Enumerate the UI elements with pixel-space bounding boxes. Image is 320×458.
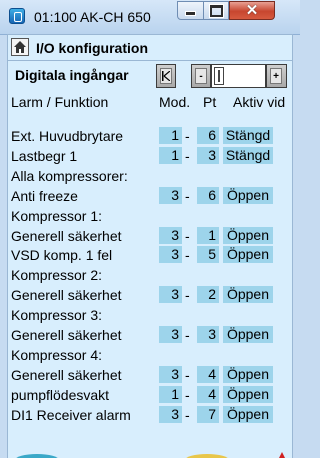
row-label: pumpflödesvakt bbox=[11, 386, 110, 403]
app-icon bbox=[9, 8, 25, 24]
row-label: Generell säkerhet bbox=[11, 287, 122, 304]
page-slider[interactable] bbox=[211, 64, 266, 88]
table-row: VSD komp. 1 fel 3-5 Öppen bbox=[8, 246, 292, 264]
next-page-button[interactable]: + bbox=[266, 64, 287, 88]
table-row: Ext. Huvudbrytare 1-6 Stängd bbox=[8, 127, 292, 145]
row-label: Kompressor 1: bbox=[11, 207, 103, 224]
module-field[interactable]: 3 bbox=[159, 365, 182, 383]
panel-header: I/O konfiguration bbox=[8, 35, 292, 61]
row-label: Kompressor 3: bbox=[11, 307, 103, 324]
row-label: Anti freeze bbox=[11, 187, 78, 204]
row-label: Ext. Huvudbrytare bbox=[11, 128, 124, 144]
maximize-icon bbox=[208, 3, 224, 18]
active-state-field[interactable]: Öppen bbox=[223, 385, 273, 403]
close-button[interactable]: ✕ bbox=[229, 1, 275, 20]
close-icon: ✕ bbox=[245, 2, 259, 19]
separator-dash: - bbox=[185, 227, 190, 244]
active-state-field[interactable]: Öppen bbox=[223, 226, 273, 244]
main-panel: I/O konfiguration Digitala ingångar - + … bbox=[7, 34, 293, 458]
active-state-field[interactable]: Öppen bbox=[223, 405, 273, 423]
table-row: Alla kompressorer: bbox=[8, 167, 292, 185]
bottom-buttons-partial bbox=[16, 452, 285, 458]
module-field[interactable]: 1 bbox=[159, 127, 182, 144]
point-field[interactable]: 7 bbox=[197, 405, 219, 423]
module-field[interactable]: 1 bbox=[159, 385, 182, 403]
row-label: Generell säkerhet bbox=[11, 327, 122, 343]
point-field[interactable]: 4 bbox=[197, 385, 219, 403]
prev-page-icon: - bbox=[195, 68, 207, 84]
table-row: Lastbegr 1 1-3 Stängd bbox=[8, 146, 292, 165]
row-label: Kompressor 4: bbox=[11, 346, 103, 363]
table-row: Generell säkerhet 3-4 Öppen bbox=[8, 365, 292, 384]
prev-page-button[interactable]: - bbox=[191, 64, 211, 88]
row-label: Lastbegr 1 bbox=[11, 147, 78, 164]
column-header-module: Mod. bbox=[159, 94, 191, 110]
first-page-button[interactable] bbox=[156, 64, 176, 88]
table-row: Kompressor 2: bbox=[8, 266, 292, 284]
next-page-icon: + bbox=[270, 68, 282, 84]
table-row: Kompressor 4: bbox=[8, 346, 292, 364]
module-field[interactable]: 3 bbox=[159, 186, 182, 204]
separator-dash: - bbox=[185, 187, 190, 204]
point-field[interactable]: 6 bbox=[197, 186, 219, 204]
maximize-button[interactable] bbox=[203, 1, 229, 20]
row-label: DI1 Receiver alarm bbox=[11, 406, 131, 423]
active-state-field[interactable]: Stängd bbox=[223, 127, 273, 144]
row-label: VSD komp. 1 fel bbox=[11, 247, 113, 264]
row-label: Generell säkerhet bbox=[11, 366, 122, 383]
module-field[interactable]: 3 bbox=[159, 286, 182, 304]
separator-dash: - bbox=[185, 128, 190, 144]
active-state-field[interactable]: Öppen bbox=[223, 326, 273, 343]
module-field[interactable]: 3 bbox=[159, 405, 182, 423]
column-header-point: Pt bbox=[203, 94, 217, 110]
separator-dash: - bbox=[185, 147, 190, 164]
table-row: Generell säkerhet 3-3 Öppen bbox=[8, 326, 292, 344]
row-label: Kompressor 2: bbox=[11, 267, 103, 284]
point-field[interactable]: 3 bbox=[197, 146, 219, 164]
separator-dash: - bbox=[185, 386, 190, 403]
active-state-field[interactable]: Öppen bbox=[223, 186, 273, 204]
minimize-icon bbox=[185, 11, 196, 16]
minimize-button[interactable] bbox=[177, 1, 204, 20]
point-field[interactable]: 2 bbox=[197, 286, 219, 304]
separator-dash: - bbox=[185, 287, 190, 304]
separator-dash: - bbox=[185, 406, 190, 423]
point-field[interactable]: 4 bbox=[197, 365, 219, 383]
window-title: 01:100 AK-CH 650 bbox=[34, 9, 151, 25]
section-title: Digitala ingångar bbox=[15, 67, 129, 83]
table-row: Anti freeze 3-6 Öppen bbox=[8, 186, 292, 205]
page-title: I/O konfiguration bbox=[36, 40, 148, 56]
table-row: Kompressor 3: bbox=[8, 306, 292, 324]
point-field[interactable]: 5 bbox=[197, 246, 219, 264]
separator-dash: - bbox=[185, 247, 190, 264]
home-button[interactable] bbox=[11, 38, 29, 56]
separator-dash: - bbox=[185, 366, 190, 383]
table-row: Generell säkerhet 3-1 Öppen bbox=[8, 226, 292, 245]
table-row: DI1 Receiver alarm 3-7 Öppen bbox=[8, 405, 292, 424]
module-field[interactable]: 3 bbox=[159, 326, 182, 343]
table-row: Generell säkerhet 3-2 Öppen bbox=[8, 286, 292, 304]
point-field[interactable]: 3 bbox=[197, 326, 219, 343]
point-field[interactable]: 1 bbox=[197, 226, 219, 244]
table-row: pumpflödesvakt 1-4 Öppen bbox=[8, 385, 292, 404]
active-state-field[interactable]: Öppen bbox=[223, 286, 273, 304]
separator-dash: - bbox=[185, 327, 190, 343]
row-label: Alla kompressorer: bbox=[11, 167, 128, 184]
home-icon bbox=[14, 41, 26, 53]
row-label: Generell säkerhet bbox=[11, 227, 122, 244]
page-slider-thumb[interactable] bbox=[214, 67, 224, 85]
module-field[interactable]: 3 bbox=[159, 226, 182, 244]
active-state-field[interactable]: Stängd bbox=[223, 146, 273, 164]
column-header-active: Aktiv vid bbox=[233, 94, 286, 110]
column-header-function: Larm / Funktion bbox=[11, 94, 109, 110]
point-field[interactable]: 6 bbox=[197, 127, 219, 144]
module-field[interactable]: 3 bbox=[159, 246, 182, 264]
title-bar: 01:100 AK-CH 650 ✕ bbox=[0, 0, 300, 35]
module-field[interactable]: 1 bbox=[159, 146, 182, 164]
first-page-icon bbox=[160, 68, 172, 84]
active-state-field[interactable]: Öppen bbox=[223, 246, 273, 264]
table-row: Kompressor 1: bbox=[8, 207, 292, 225]
active-state-field[interactable]: Öppen bbox=[223, 365, 273, 383]
